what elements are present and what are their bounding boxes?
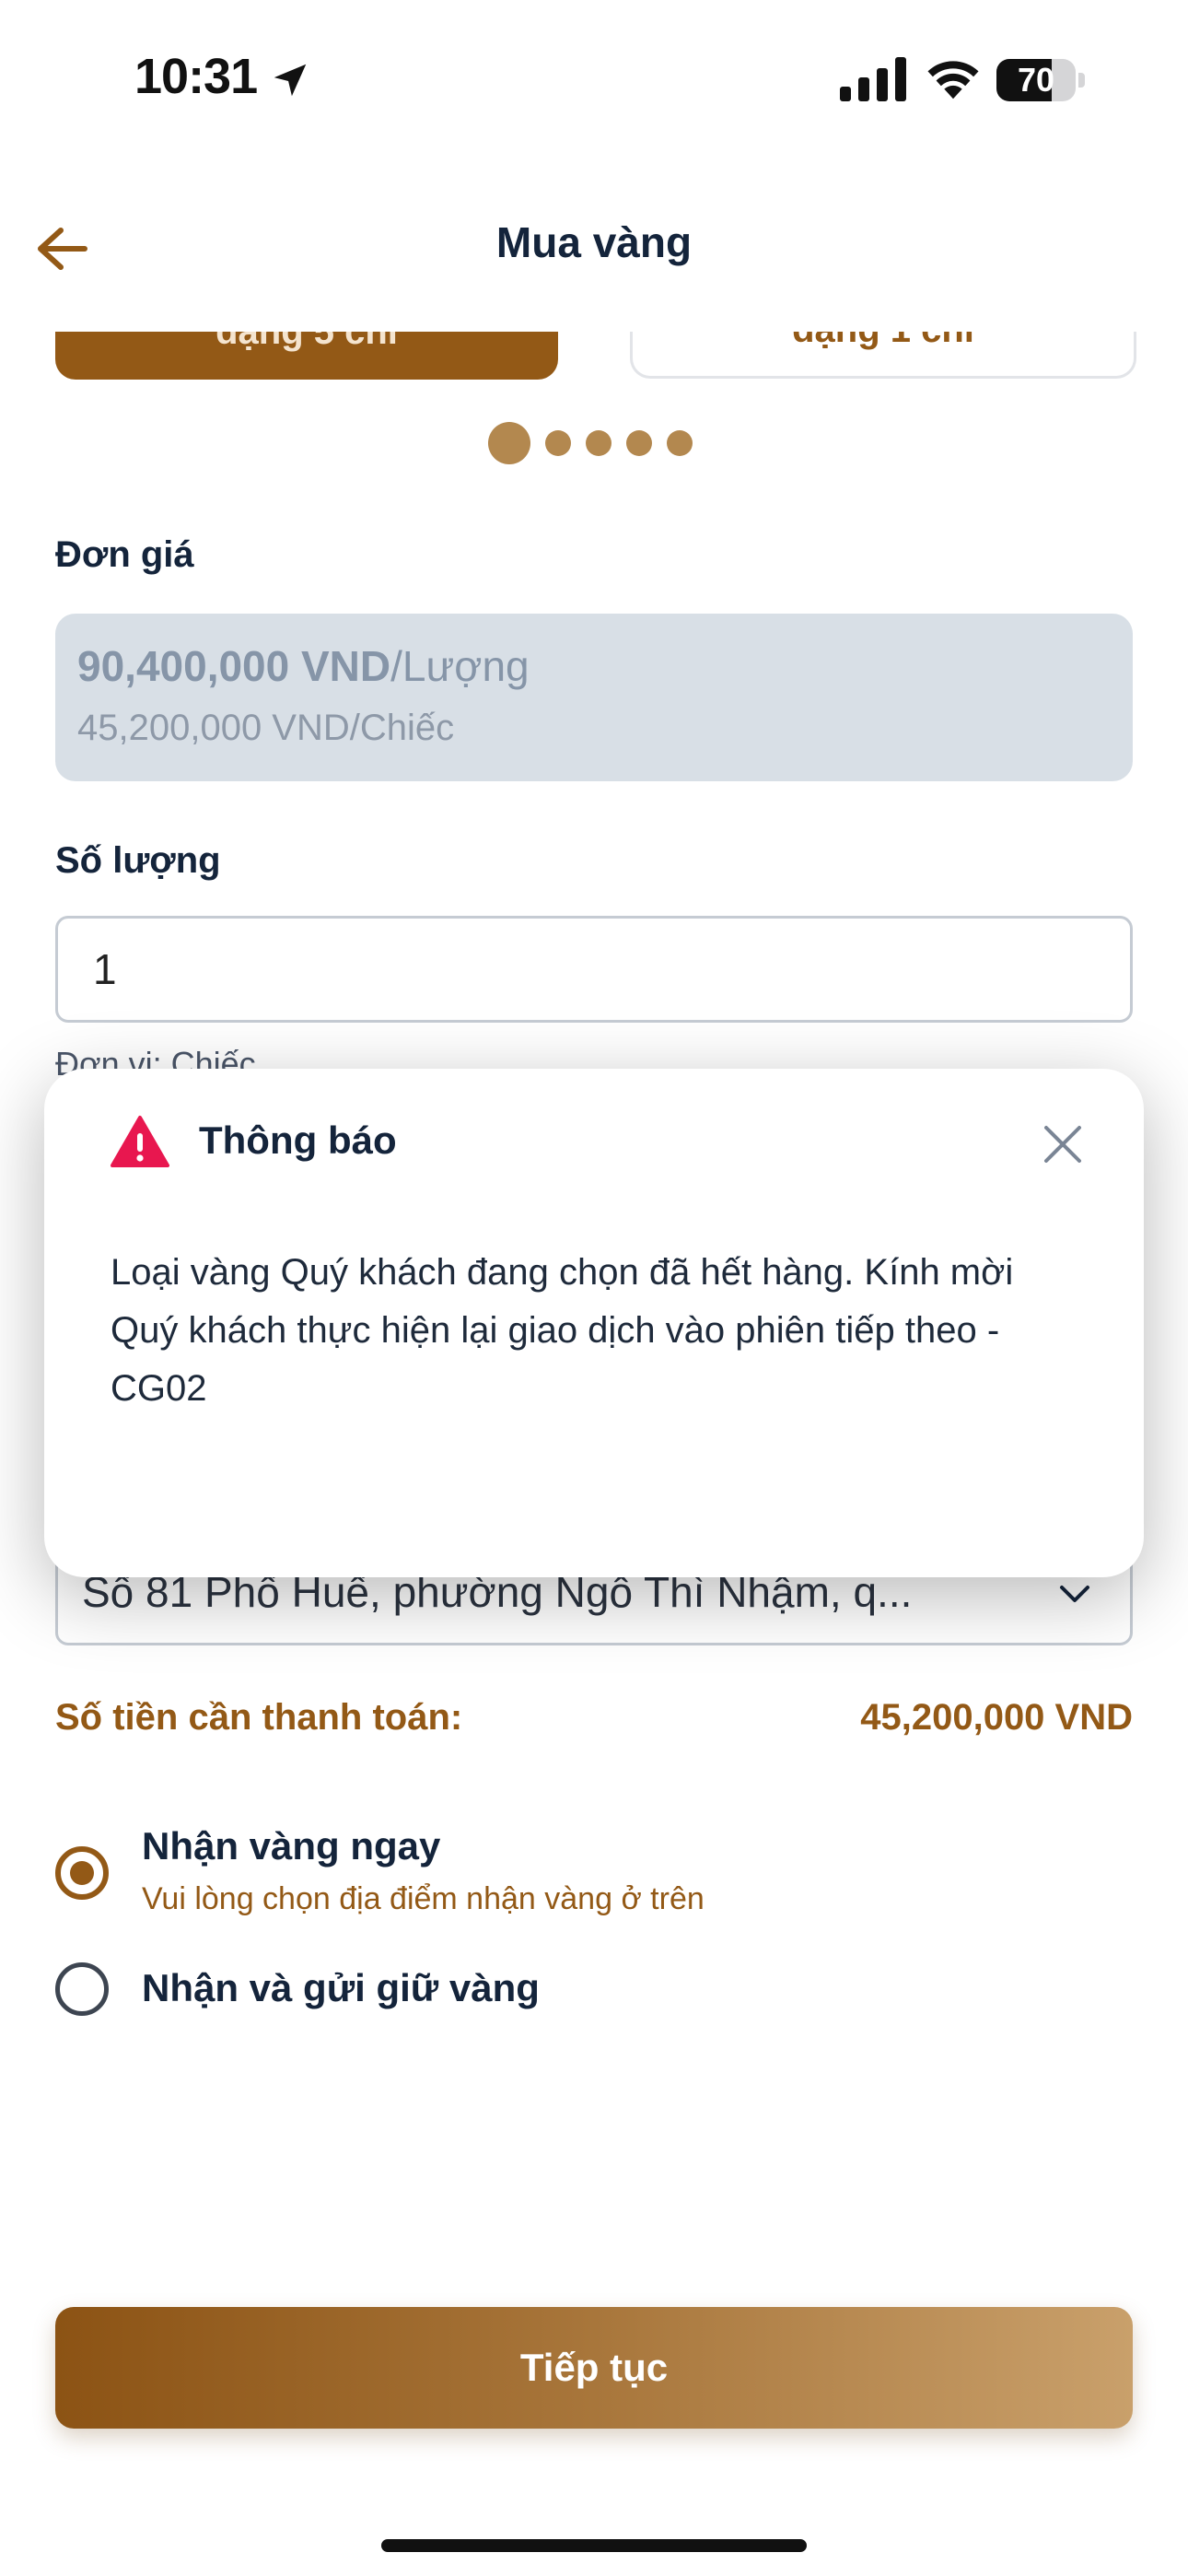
total-amount-label: Số tiền cần thanh toán: [55,1697,463,1738]
total-amount-value: 45,200,000 VND [860,1697,1133,1738]
location-arrow-icon [274,64,307,97]
carousel-dot[interactable] [488,422,530,464]
status-time: 10:31 [134,49,258,104]
quantity-label: Số lượng [55,840,221,881]
receive-and-deposit-title[interactable]: Nhận và gửi giữ vàng [142,1966,540,2010]
carousel-dot[interactable] [545,430,571,456]
home-indicator [381,2539,807,2552]
wifi-icon [927,61,979,100]
page-title: Mua vàng [495,218,693,266]
carousel-dot[interactable] [667,430,693,456]
notification-dialog: Thông báo Loại vàng Quý khách đang chọn … [44,1069,1144,1577]
unit-price-label: Đơn giá [55,534,194,575]
cellular-signal-icon [840,57,906,101]
receive-and-deposit-radio[interactable] [55,1962,109,2016]
unit-price-per-piece: 45,200,000 VND/Chiếc [77,708,455,748]
warning-triangle-icon [111,1116,169,1167]
carousel-dot[interactable] [626,430,652,456]
receive-now-hint: Vui lòng chọn địa điểm nhận vàng ở trên [142,1881,705,1916]
unit-price-per-luong: 90,400,000 VND/Lượng [77,642,530,690]
battery-percent: 70 [1017,61,1055,99]
battery-indicator: 70 [996,59,1085,101]
continue-button[interactable]: Tiếp tục [55,2307,1133,2429]
unit-price-box: 90,400,000 VND/Lượng 45,200,000 VND/Chiế… [55,614,1133,781]
dialog-title: Thông báo [199,1118,397,1162]
quantity-input[interactable]: 1 [55,916,1133,1023]
carousel-dot[interactable] [586,430,611,456]
dialog-message: Loại vàng Quý khách đang chọn đã hết hàn… [111,1252,1014,1409]
receive-now-radio[interactable] [55,1846,109,1900]
carousel-pagination[interactable] [488,420,693,466]
close-icon[interactable] [1041,1122,1085,1166]
chevron-down-icon [1060,1586,1089,1602]
receive-now-title[interactable]: Nhận vàng ngay [142,1824,440,1868]
